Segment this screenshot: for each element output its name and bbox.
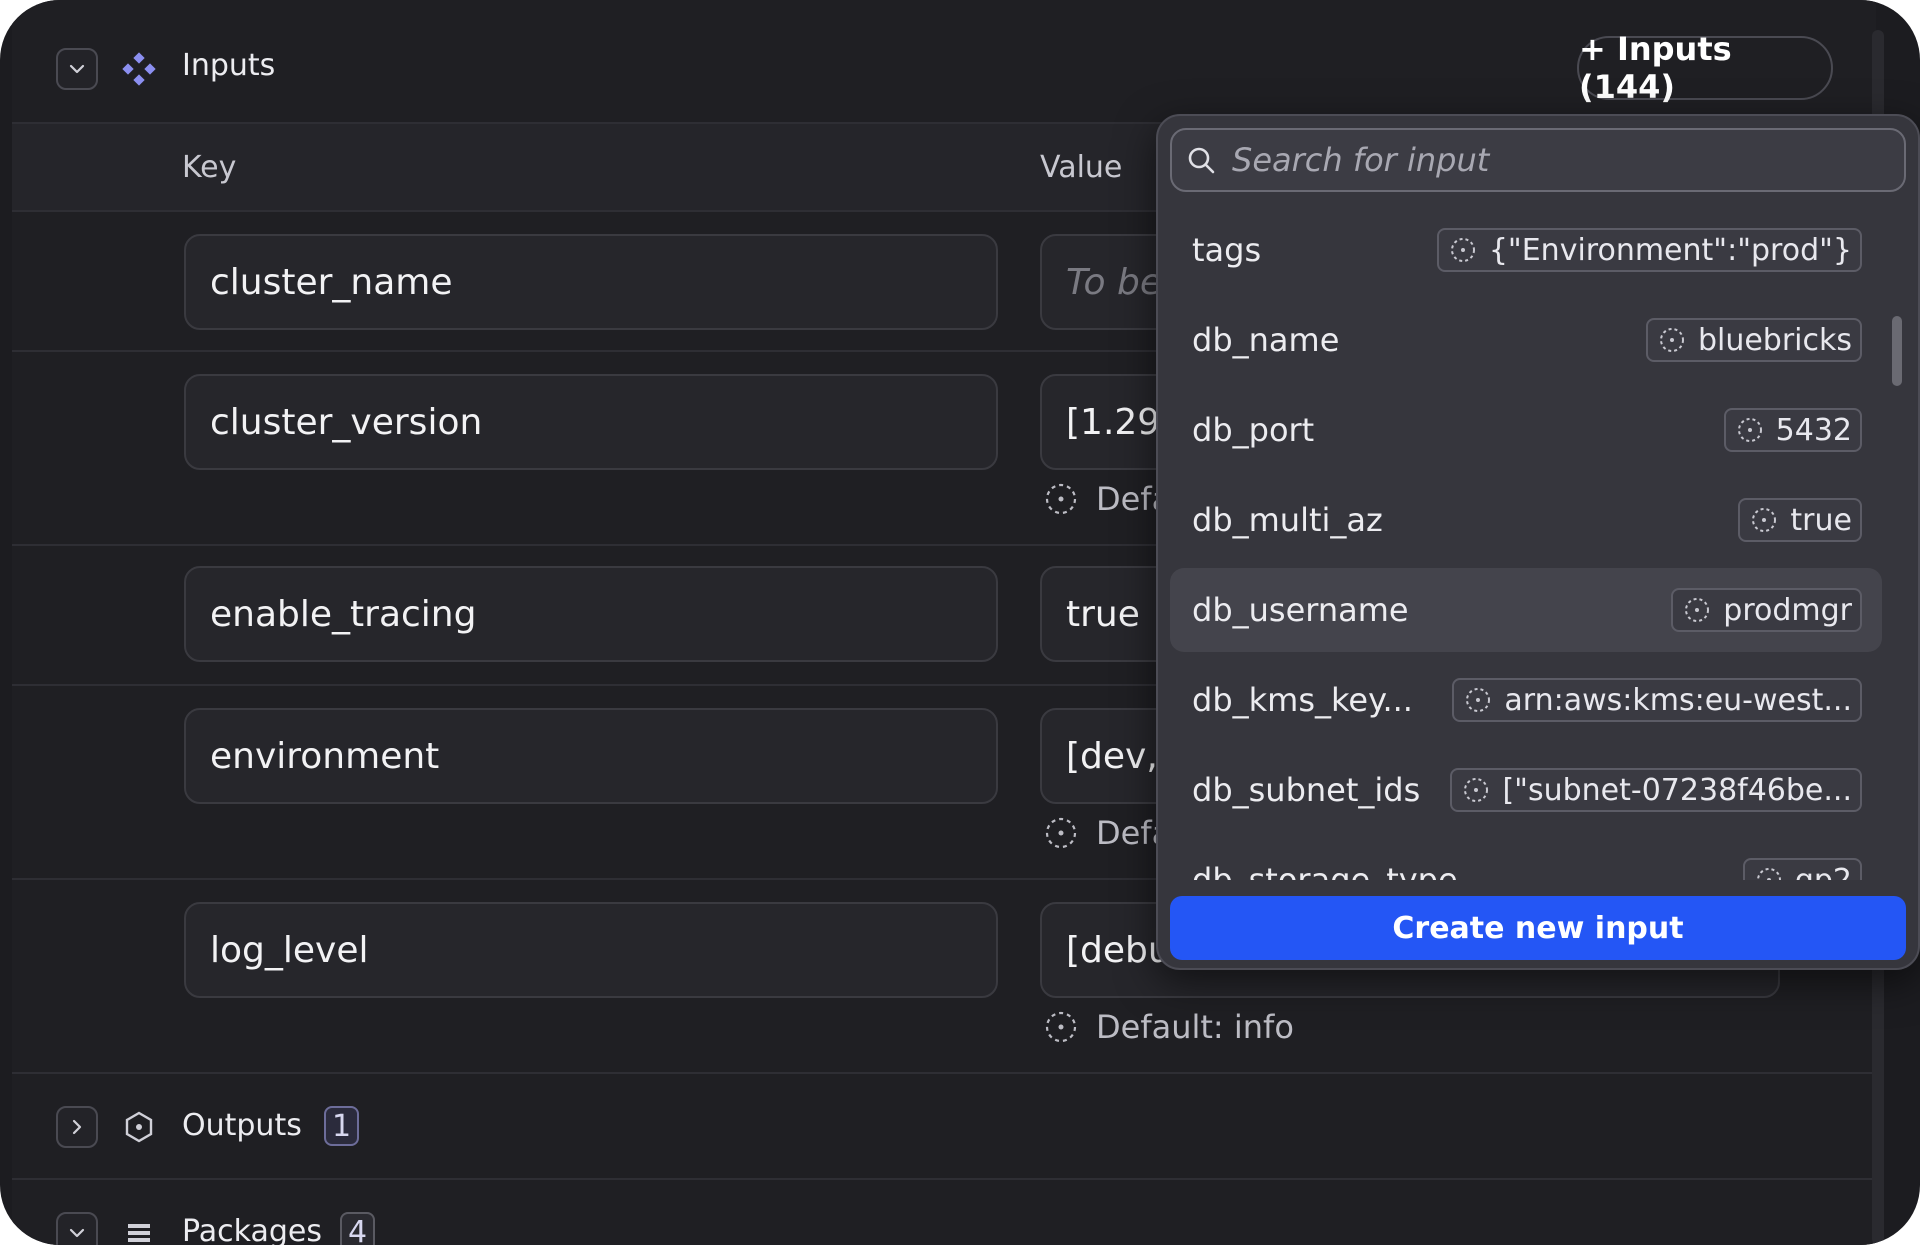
- option-name: db_subnet_ids: [1192, 771, 1421, 809]
- packages-collapse-button[interactable]: [56, 1212, 98, 1245]
- packages-section-header: Packages 4: [12, 1180, 1876, 1245]
- option-value-text: ["subnet-07238f46be...: [1502, 772, 1852, 808]
- option-name: db_name: [1192, 321, 1340, 359]
- option-value-text: arn:aws:kms:eu-west...: [1504, 682, 1852, 718]
- key-field[interactable]: cluster_name: [184, 234, 998, 330]
- dotted-circle-icon: [1685, 598, 1710, 622]
- default-value-hint: Defa: [1044, 480, 1171, 518]
- value-column-header: Value: [1040, 150, 1123, 185]
- option-name: db_multi_az: [1192, 501, 1383, 539]
- option-name: db_storage_type: [1192, 861, 1458, 880]
- option-value-chip: {"Environment":"prod"}: [1436, 228, 1862, 272]
- inputs-section-header: Inputs + Inputs (144): [12, 0, 1876, 122]
- key-field[interactable]: environment: [184, 708, 998, 804]
- option-name: tags: [1192, 231, 1262, 269]
- dotted-circle-icon: [1756, 868, 1781, 880]
- input-picker-dropdown: tags {"Environment":"prod"} db_name blue…: [1156, 114, 1920, 970]
- list-item[interactable]: db_subnet_ids ["subnet-07238f46be...: [1170, 748, 1882, 832]
- dotted-circle-icon: [1752, 508, 1777, 532]
- key-field[interactable]: cluster_version: [184, 374, 998, 470]
- list-item[interactable]: db_port 5432: [1170, 388, 1882, 472]
- search-input[interactable]: [1232, 141, 1872, 179]
- key-field[interactable]: enable_tracing: [184, 566, 998, 662]
- chevron-down-icon: [69, 1228, 85, 1238]
- input-options-list: tags {"Environment":"prod"} db_name blue…: [1158, 208, 1918, 880]
- packages-stack-icon: [122, 1216, 156, 1245]
- key-column-header: Key: [182, 150, 237, 185]
- outputs-count-badge: 1: [324, 1106, 360, 1146]
- create-new-input-button[interactable]: Create new input: [1170, 896, 1906, 960]
- default-value-text: Default: info: [1096, 1008, 1294, 1046]
- list-item-highlighted[interactable]: db_username prodmgr: [1170, 568, 1882, 652]
- app-frame: Inputs + Inputs (144) Key Value cluster_…: [0, 0, 1920, 1245]
- add-inputs-button[interactable]: + Inputs (144): [1577, 30, 1833, 106]
- option-value-chip: prodmgr: [1671, 588, 1862, 632]
- inputs-diamond-icon: [122, 52, 156, 86]
- option-value-text: gp2: [1794, 862, 1852, 881]
- option-value-chip: gp2: [1742, 858, 1862, 881]
- option-value-text: bluebricks: [1697, 322, 1852, 358]
- dotted-circle-icon: [1450, 238, 1475, 262]
- key-field[interactable]: log_level: [184, 902, 998, 998]
- search-icon: [1188, 147, 1215, 174]
- default-dotted-circle-icon: [1045, 817, 1077, 849]
- default-dotted-circle-icon: [1045, 483, 1077, 515]
- packages-count-badge: 4: [340, 1212, 376, 1245]
- default-dotted-circle-icon: [1045, 1011, 1077, 1043]
- chevron-right-icon: [72, 1119, 82, 1135]
- dropdown-scrollbar[interactable]: [1892, 316, 1902, 386]
- option-value-chip: true: [1738, 498, 1862, 542]
- packages-section-title: Packages: [182, 1214, 322, 1245]
- search-box[interactable]: [1170, 128, 1906, 192]
- dotted-circle-icon: [1737, 418, 1762, 442]
- option-value-text: 5432: [1775, 412, 1852, 448]
- option-value-text: {"Environment":"prod"}: [1488, 232, 1852, 268]
- option-value-chip: arn:aws:kms:eu-west...: [1452, 678, 1862, 722]
- chevron-down-icon: [69, 64, 85, 74]
- inputs-section-title: Inputs: [182, 48, 276, 83]
- outputs-section-header: Outputs 1: [12, 1074, 1876, 1180]
- list-item[interactable]: db_storage_type gp2: [1170, 838, 1882, 880]
- inputs-collapse-button[interactable]: [56, 48, 98, 90]
- default-value-hint: Default: info: [1044, 1008, 1294, 1046]
- list-item[interactable]: tags {"Environment":"prod"}: [1170, 208, 1882, 292]
- option-name: db_kms_key...: [1192, 681, 1413, 719]
- option-value-chip: ["subnet-07238f46be...: [1450, 768, 1862, 812]
- outputs-expand-button[interactable]: [56, 1106, 98, 1148]
- dotted-circle-icon: [1464, 778, 1489, 802]
- outputs-section-title: Outputs: [182, 1108, 302, 1143]
- dotted-circle-icon: [1466, 688, 1491, 712]
- option-value-chip: bluebricks: [1645, 318, 1862, 362]
- option-value-text: true: [1790, 502, 1852, 538]
- option-name: db_username: [1192, 591, 1409, 629]
- dotted-circle-icon: [1659, 328, 1684, 352]
- outputs-hexagon-icon: [122, 1110, 156, 1144]
- option-value-text: prodmgr: [1723, 592, 1852, 628]
- option-name: db_port: [1192, 411, 1315, 449]
- list-item[interactable]: db_name bluebricks: [1170, 298, 1882, 382]
- default-value-hint: Defa: [1044, 814, 1171, 852]
- list-item[interactable]: db_multi_az true: [1170, 478, 1882, 562]
- option-value-chip: 5432: [1723, 408, 1862, 452]
- list-item[interactable]: db_kms_key... arn:aws:kms:eu-west...: [1170, 658, 1882, 742]
